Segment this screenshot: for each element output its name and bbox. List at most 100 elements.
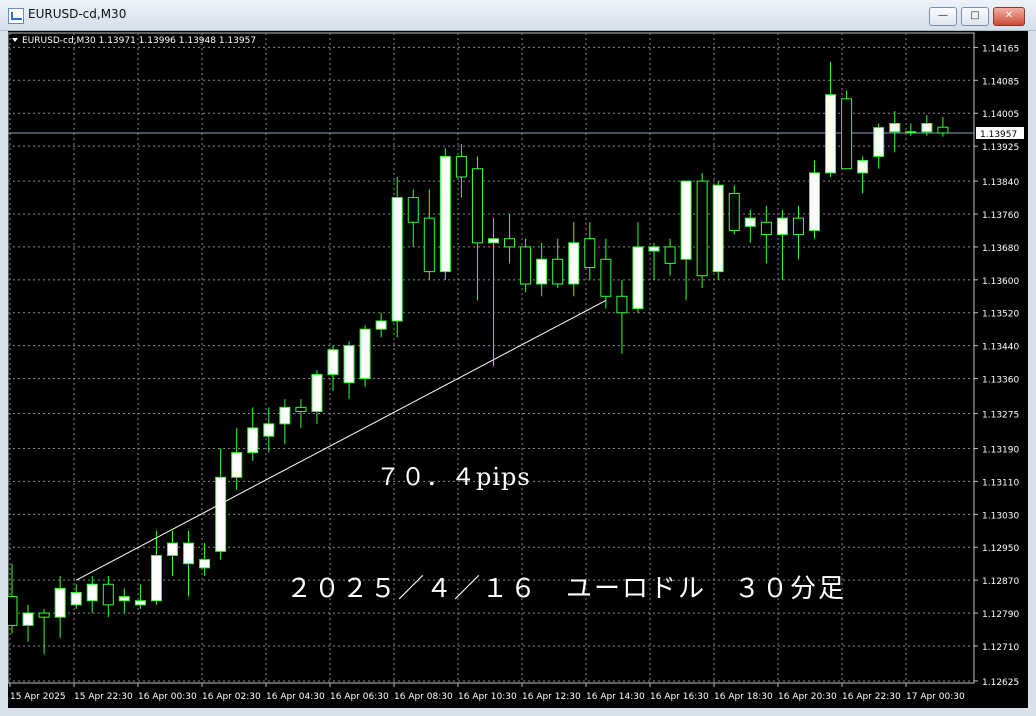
candle-bear xyxy=(504,238,516,248)
candle-bull xyxy=(183,542,195,565)
window-title: EURUSD-cd,M30 xyxy=(28,7,127,21)
candle-bull xyxy=(873,127,885,157)
y-tick-label: 1.12625 xyxy=(982,678,1019,688)
y-tick-label: 1.12710 xyxy=(982,643,1019,653)
y-tick-label: 1.13360 xyxy=(982,376,1019,386)
candle-bear xyxy=(841,98,853,170)
candle-bull xyxy=(150,554,162,602)
candle-bull xyxy=(488,238,499,244)
candle-bear xyxy=(471,168,483,244)
candle-bear xyxy=(792,217,804,236)
minimize-icon[interactable]: — xyxy=(929,7,957,26)
candle-bull xyxy=(343,345,355,384)
candle-bull xyxy=(311,373,323,412)
y-tick-label: 1.13275 xyxy=(982,411,1019,421)
candle-bull xyxy=(199,559,211,569)
window-titlebar[interactable]: EURUSD-cd,M30 — □ ✕ xyxy=(0,0,1036,31)
candle-bull xyxy=(857,160,869,174)
y-tick-label: 1.13520 xyxy=(982,310,1019,320)
candle-bear xyxy=(102,583,114,606)
candle-bull xyxy=(86,583,98,602)
candle-bear xyxy=(38,612,50,618)
x-tick-label: 16 Apr 22:30 xyxy=(842,692,901,702)
candle-bear xyxy=(423,217,435,273)
y-tick-label: 1.14165 xyxy=(982,44,1019,54)
candle-bull xyxy=(215,476,227,552)
candle-bear xyxy=(937,126,949,134)
candle-bull xyxy=(712,184,724,273)
candle-bear xyxy=(520,246,532,285)
candle-bull xyxy=(375,320,387,330)
candle-bear xyxy=(696,180,708,277)
candle-bear xyxy=(664,246,676,264)
y-tick-label: 1.13840 xyxy=(982,178,1019,188)
candle-bear xyxy=(728,192,740,231)
candle-bull xyxy=(391,197,403,322)
candle-bull xyxy=(568,242,580,285)
y-tick-label: 1.12870 xyxy=(982,577,1019,587)
y-tick-label: 1.13925 xyxy=(982,143,1019,153)
x-tick-label: 16 Apr 08:30 xyxy=(394,692,453,702)
y-tick-label: 1.12790 xyxy=(982,610,1019,620)
candle-bull xyxy=(134,600,146,606)
candle-bull xyxy=(648,246,660,252)
x-tick-label: 16 Apr 10:30 xyxy=(458,692,517,702)
candle-bull xyxy=(889,123,901,133)
candle-bear xyxy=(600,258,612,297)
y-tick-label: 1.13440 xyxy=(982,343,1019,353)
candle-bull xyxy=(905,131,917,134)
candle-bull xyxy=(680,180,692,260)
y-tick-label: 1.13760 xyxy=(982,211,1019,221)
candle-bull xyxy=(744,217,756,227)
date-annotation: ２０２５／４／１６ ユーロドル ３０分足 xyxy=(286,574,846,604)
candle-bull xyxy=(536,258,548,285)
x-tick-label: 17 Apr 00:30 xyxy=(906,692,965,702)
x-tick-label: 16 Apr 16:30 xyxy=(650,692,709,702)
x-tick-label: 16 Apr 00:30 xyxy=(138,692,197,702)
candle-bear xyxy=(760,221,772,236)
candlestick-chart[interactable]: 1.14165 1.14085 1.14005 1.13925 1.13840 1.137… xyxy=(8,31,1028,708)
y-tick-label: 1.13680 xyxy=(982,244,1019,254)
candle-bull xyxy=(247,427,259,454)
pips-annotation: ７０．４pips xyxy=(376,463,531,491)
candle-bull xyxy=(359,328,371,380)
close-icon[interactable]: ✕ xyxy=(993,7,1025,26)
candle-bear xyxy=(295,406,307,412)
y-tick-label: 1.14085 xyxy=(982,77,1019,87)
chart-window-icon xyxy=(8,8,24,24)
candle-bear xyxy=(552,258,564,285)
candle-bull xyxy=(776,217,788,236)
x-tick-label: 16 Apr 18:30 xyxy=(714,692,773,702)
candle-bull xyxy=(118,596,130,602)
x-tick-label: 16 Apr 20:30 xyxy=(778,692,837,702)
candle-bull xyxy=(263,423,275,437)
x-tick-label: 16 Apr 12:30 xyxy=(522,692,581,702)
chart-header: EURUSD-cd,M30 1.13971 1.13996 1.13948 1.… xyxy=(22,36,256,46)
y-tick-label: 1.13110 xyxy=(982,478,1019,488)
candle-bull xyxy=(70,591,82,606)
candle-bull xyxy=(632,246,644,310)
candle-bull xyxy=(54,587,66,618)
candle-bear xyxy=(407,197,419,223)
x-tick-label: 16 Apr 14:30 xyxy=(586,692,645,702)
candle-bull xyxy=(439,155,451,273)
y-tick-label: 1.12950 xyxy=(982,544,1019,554)
x-tick-label: 15 Apr 22:30 xyxy=(74,692,133,702)
candle-bear xyxy=(455,155,467,178)
candle-bull xyxy=(231,452,243,478)
candle-bull xyxy=(809,172,820,231)
candle-bull xyxy=(921,123,933,133)
y-tick-label: 1.13600 xyxy=(982,277,1019,287)
terminal-window: EURUSD-cd,M30 — □ ✕ 1.14165 1.14085 1.1400… xyxy=(0,0,1036,716)
candle-bull xyxy=(167,542,178,556)
chart-area[interactable]: 1.14165 1.14085 1.14005 1.13925 1.13840 1.137… xyxy=(8,31,1028,708)
candle-bull xyxy=(279,406,291,425)
candle-bear xyxy=(616,295,628,314)
current-price-label: 1.13957 xyxy=(980,130,1017,140)
x-tick-label: 16 Apr 04:30 xyxy=(266,692,325,702)
y-tick-label: 1.14005 xyxy=(982,110,1019,120)
y-tick-label: 1.13030 xyxy=(982,511,1019,521)
maximize-icon[interactable]: □ xyxy=(961,7,989,26)
y-tick-label: 1.13190 xyxy=(982,446,1019,456)
x-tick-label: 16 Apr 02:30 xyxy=(202,692,261,702)
